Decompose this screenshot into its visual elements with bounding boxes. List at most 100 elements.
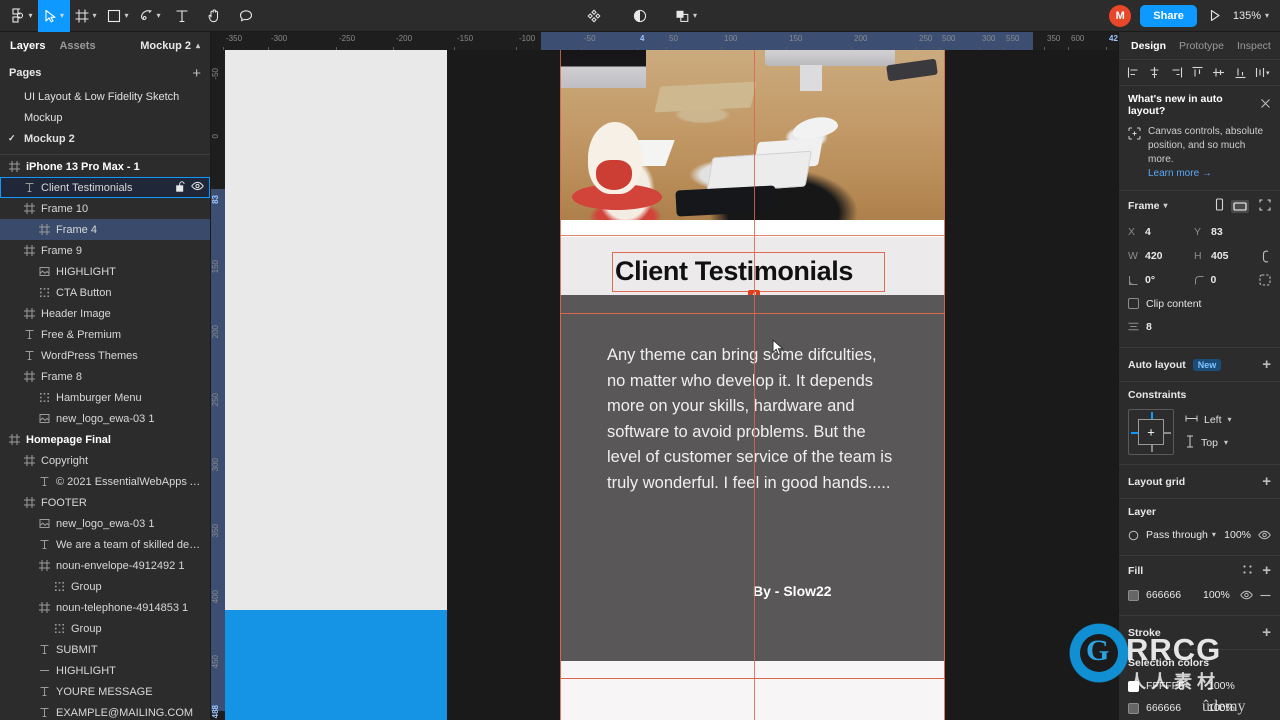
layer-row[interactable]: Homepage Final: [0, 429, 210, 450]
horizontal-ruler[interactable]: -350 -300 -250 -200 -150 -100 -50 4 50 100 150 200 2…: [211, 32, 1118, 50]
layer-row[interactable]: Frame 4: [0, 219, 210, 240]
align-right-icon[interactable]: [1170, 66, 1183, 79]
align-horizontal-center-icon[interactable]: [1148, 66, 1161, 79]
add-layout-grid-button[interactable]: +: [1262, 474, 1271, 489]
page-item-2[interactable]: ✓ Mockup 2: [0, 128, 210, 149]
align-top-icon[interactable]: [1191, 66, 1204, 79]
vertical-constraint-dropdown[interactable]: Top ▾: [1185, 435, 1232, 451]
layer-row[interactable]: YOURE MESSAGE: [0, 681, 210, 702]
layer-row[interactable]: Frame 8: [0, 366, 210, 387]
rotation-field[interactable]: 0°: [1128, 274, 1190, 286]
spacing-row[interactable]: 8: [1128, 315, 1271, 338]
width-field[interactable]: W 420: [1128, 250, 1190, 262]
share-button[interactable]: Share: [1140, 4, 1197, 27]
layer-row[interactable]: Copyright: [0, 450, 210, 471]
layer-row[interactable]: SUBMIT: [0, 639, 210, 660]
constraint-bottom-bar[interactable]: [1151, 445, 1153, 452]
page-item-1[interactable]: Mockup: [0, 107, 210, 128]
constrain-proportions-icon[interactable]: [1261, 250, 1271, 263]
layer-row[interactable]: Client Testimonials: [0, 177, 210, 198]
blend-mode-dropdown[interactable]: Pass through ▾: [1146, 529, 1217, 541]
mask-icon[interactable]: [624, 0, 656, 32]
adjacent-frame-left-blue-block[interactable]: [225, 610, 447, 720]
design-canvas[interactable]: Client Testimonials 4 Any theme can brin…: [225, 50, 1118, 720]
selection-color-hex[interactable]: 666666: [1146, 702, 1201, 714]
components-icon[interactable]: [578, 0, 610, 32]
tab-assets[interactable]: Assets: [59, 40, 95, 52]
layer-opacity-value[interactable]: 100%: [1224, 529, 1251, 541]
boolean-union-icon[interactable]: ▾: [670, 0, 702, 32]
pen-tool-icon[interactable]: ▾: [134, 0, 166, 32]
page-item-0[interactable]: UI Layout & Low Fidelity Sketch: [0, 86, 210, 107]
style-icon[interactable]: [1242, 564, 1253, 578]
add-stroke-button[interactable]: +: [1262, 625, 1271, 640]
layer-row[interactable]: new_logo_ewa-03 1: [0, 408, 210, 429]
layer-row[interactable]: Free & Premium: [0, 324, 210, 345]
layer-row[interactable]: WordPress Themes: [0, 345, 210, 366]
shape-tool-icon[interactable]: ▾: [102, 0, 134, 32]
comment-tool-icon[interactable]: [230, 0, 262, 32]
layer-row[interactable]: HIGHLIGHT: [0, 660, 210, 681]
add-page-button[interactable]: +: [192, 66, 201, 81]
add-auto-layout-button[interactable]: +: [1262, 357, 1271, 372]
layer-row[interactable]: We are a team of skilled designers, dev.…: [0, 534, 210, 555]
layer-row[interactable]: HIGHLIGHT: [0, 261, 210, 282]
selection-color-swatch[interactable]: [1128, 702, 1139, 714]
y-field[interactable]: Y 83: [1194, 226, 1256, 238]
present-play-icon[interactable]: [1206, 0, 1224, 32]
layer-row[interactable]: FOOTER: [0, 492, 210, 513]
resize-to-fit-icon[interactable]: [1259, 198, 1271, 214]
horizontal-constraint-dropdown[interactable]: Left ▾: [1185, 414, 1232, 426]
constraint-top-bar[interactable]: [1151, 412, 1153, 419]
selection-color-hex[interactable]: FFFFFF: [1146, 680, 1201, 692]
selection-color-swatch[interactable]: [1128, 680, 1139, 692]
x-field[interactable]: X 4: [1128, 226, 1190, 238]
layer-row[interactable]: EXAMPLE@MAILING.COM: [0, 702, 210, 720]
unlock-icon[interactable]: [176, 180, 185, 195]
add-fill-button[interactable]: +: [1262, 563, 1271, 578]
fill-opacity-value[interactable]: 100%: [1203, 589, 1233, 601]
align-left-icon[interactable]: [1127, 66, 1140, 79]
selection-color-opacity[interactable]: 100%: [1208, 702, 1241, 714]
move-tool-icon[interactable]: ▾: [38, 0, 70, 32]
layer-row[interactable]: CTA Button: [0, 282, 210, 303]
hand-tool-icon[interactable]: [198, 0, 230, 32]
portrait-icon[interactable]: [1214, 198, 1225, 214]
avatar[interactable]: M: [1109, 4, 1132, 27]
layer-row[interactable]: new_logo_ewa-03 1: [0, 513, 210, 534]
layer-row[interactable]: Frame 10: [0, 198, 210, 219]
layer-row[interactable]: noun-envelope-4912492 1: [0, 555, 210, 576]
tab-inspect[interactable]: Inspect: [1237, 40, 1271, 52]
testimonial-card[interactable]: Any theme can bring some difculties, no …: [560, 295, 945, 661]
eye-icon[interactable]: [191, 181, 204, 194]
landscape-icon[interactable]: [1231, 199, 1249, 213]
distribute-icon[interactable]: ▾: [1255, 66, 1272, 79]
learn-more-link[interactable]: Learn more →: [1148, 167, 1271, 181]
constraints-widget[interactable]: +: [1128, 409, 1174, 455]
layer-row[interactable]: Frame 9: [0, 240, 210, 261]
tab-prototype[interactable]: Prototype: [1179, 40, 1224, 52]
file-name-dropdown[interactable]: Mockup 2 ▴: [140, 40, 200, 52]
zoom-level-dropdown[interactable]: 135% ▾: [1233, 10, 1269, 22]
independent-corners-icon[interactable]: [1259, 274, 1271, 286]
layer-row[interactable]: Group: [0, 618, 210, 639]
layer-row[interactable]: Group: [0, 576, 210, 597]
layer-row[interactable]: iPhone 13 Pro Max - 1: [0, 156, 210, 177]
clip-content-checkbox[interactable]: [1128, 298, 1139, 309]
constraint-left-bar[interactable]: [1131, 432, 1138, 434]
eye-icon[interactable]: [1240, 590, 1253, 600]
layer-row[interactable]: Header Image: [0, 303, 210, 324]
constraint-right-bar[interactable]: [1164, 432, 1171, 434]
vertical-ruler[interactable]: -50 0 83 150 200 250 300 350 400 450 488: [211, 50, 225, 720]
fill-color-swatch[interactable]: [1128, 589, 1139, 601]
figma-menu-icon[interactable]: ▾: [6, 0, 38, 32]
fill-hex-value[interactable]: 666666: [1146, 589, 1196, 601]
tab-layers[interactable]: Layers: [10, 40, 45, 52]
height-field[interactable]: H 405: [1194, 250, 1256, 262]
adjacent-frame-left[interactable]: [225, 50, 447, 610]
tab-design[interactable]: Design: [1131, 40, 1166, 52]
header-image[interactable]: [560, 50, 945, 220]
chevron-down-icon[interactable]: ▾: [1164, 202, 1168, 210]
iphone-artboard[interactable]: Client Testimonials 4 Any theme can brin…: [560, 50, 945, 720]
layer-row[interactable]: Hamburger Menu: [0, 387, 210, 408]
